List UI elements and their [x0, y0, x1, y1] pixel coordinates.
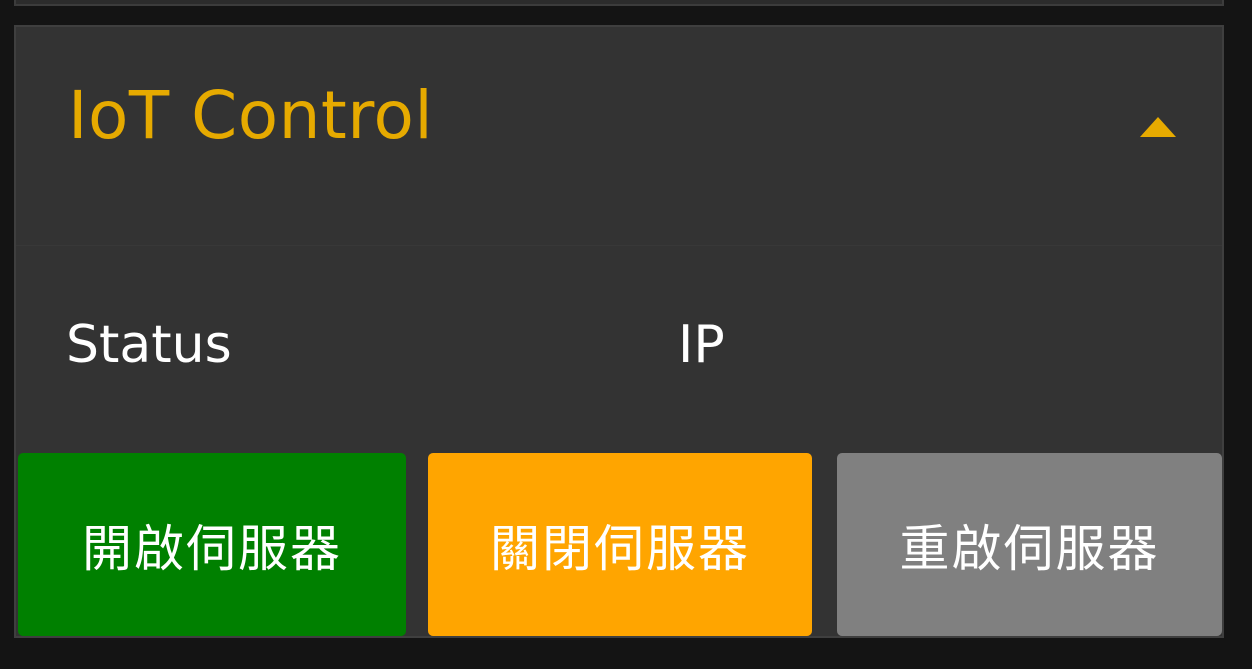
iot-control-panel: IoT Control Status IP 開啟伺服器 關閉伺服器 重啟伺服器	[14, 25, 1224, 638]
panel-header[interactable]: IoT Control	[16, 27, 1222, 246]
restart-server-button[interactable]: 重啟伺服器	[837, 453, 1222, 636]
panel-title: IoT Control	[68, 77, 434, 154]
stop-server-button[interactable]: 關閉伺服器	[428, 453, 812, 636]
previous-panel-edge	[14, 0, 1224, 6]
ip-label: IP	[678, 315, 725, 375]
status-label: Status	[66, 315, 232, 375]
start-server-button[interactable]: 開啟伺服器	[18, 453, 406, 636]
caret-up-icon[interactable]	[1130, 105, 1186, 145]
server-action-buttons: 開啟伺服器 關閉伺服器 重啟伺服器	[16, 453, 1222, 636]
